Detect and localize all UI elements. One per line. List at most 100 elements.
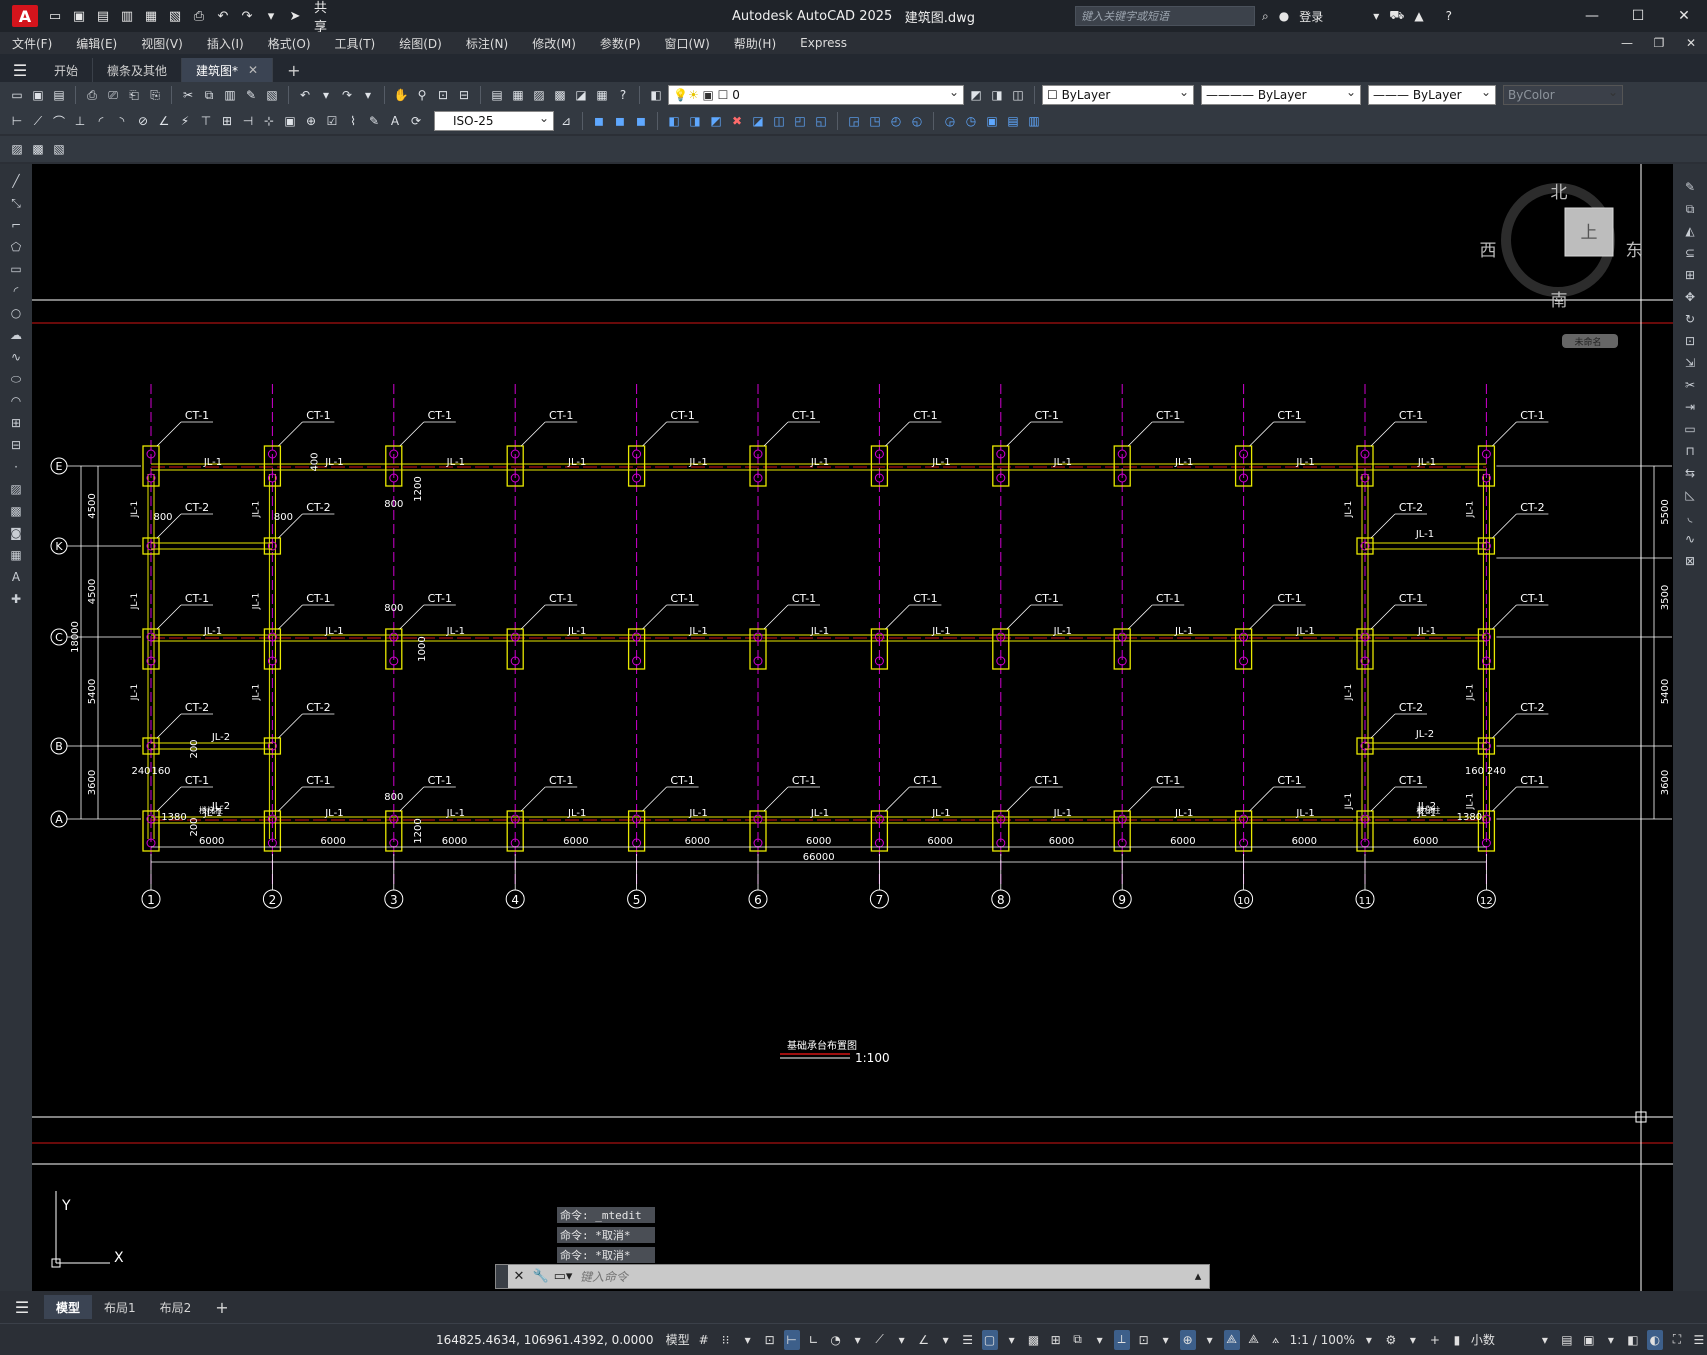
dimstyle-dropdown[interactable]: ISO-25	[434, 111, 554, 131]
line-icon[interactable]: ╱	[7, 172, 25, 190]
plot-icon[interactable]: ⎙	[190, 7, 208, 25]
web-save-icon[interactable]: ▧	[166, 7, 184, 25]
redo-icon[interactable]: ↷	[238, 7, 256, 25]
quick-dim-icon[interactable]: ⚡	[176, 112, 194, 130]
help-icon[interactable]: ?	[614, 86, 632, 104]
break-point-icon[interactable]: ▭	[1681, 420, 1699, 438]
selection-filter-chevron-icon[interactable]: ▾	[1158, 1330, 1174, 1350]
explode-icon[interactable]: ⊠	[1681, 552, 1699, 570]
clean-icon[interactable]: ◳	[866, 112, 884, 130]
zoom-window-icon[interactable]: ⊡	[434, 86, 452, 104]
radius-dim-icon[interactable]: ◜	[92, 112, 110, 130]
hatch-icon[interactable]: ▨	[7, 480, 25, 498]
new-icon[interactable]: ▭	[8, 86, 26, 104]
annotation-scale-value[interactable]: 1:1 / 100%	[1290, 1330, 1355, 1350]
erase-icon[interactable]: ✎	[1681, 178, 1699, 196]
otrack-chevron-icon[interactable]: ▾	[938, 1330, 954, 1350]
share-label[interactable]: 共享	[314, 1, 332, 35]
tab-start[interactable]: 开始	[40, 58, 94, 82]
doc-minimize-icon[interactable]: —	[1611, 32, 1643, 54]
redo-icon[interactable]: ↷	[338, 86, 356, 104]
autocad-logo[interactable]: A	[12, 5, 38, 27]
gradient-icon[interactable]: ▩	[7, 502, 25, 520]
tab-architecture[interactable]: 建筑图* ✕	[182, 58, 274, 82]
arc-length-icon[interactable]: ⌒	[50, 112, 68, 130]
jogged-dim-icon[interactable]: ◝	[113, 112, 131, 130]
markup-icon[interactable]: ◪	[572, 86, 590, 104]
join-icon[interactable]: ⇆	[1681, 464, 1699, 482]
snap-icon[interactable]: ⁝⁝	[718, 1330, 734, 1350]
selection-cycling-icon[interactable]: ⊞	[1048, 1330, 1064, 1350]
scale-chevron-icon[interactable]: ▾	[1361, 1330, 1377, 1350]
tab-model[interactable]: 模型	[44, 1295, 93, 1319]
undo-chevron-icon[interactable]: ▾	[317, 86, 335, 104]
chamfer-icon[interactable]: ◺	[1681, 486, 1699, 504]
tab-purlin[interactable]: 檩条及其他	[93, 58, 183, 82]
layer-dropdown[interactable]: 💡☀ ▣ ☐ 0	[668, 85, 964, 105]
tab-close-icon[interactable]: ✕	[248, 63, 258, 77]
rectangle-icon[interactable]: ▭	[7, 260, 25, 278]
plotstyle-dropdown[interactable]: ByColor	[1503, 85, 1623, 105]
command-grip[interactable]	[496, 1265, 508, 1288]
search-icon[interactable]: ⌕	[1262, 9, 1269, 24]
break-icon[interactable]: ⊓	[1681, 442, 1699, 460]
dim-space-icon[interactable]: ⊣	[239, 112, 257, 130]
units-value[interactable]: 小数	[1471, 1330, 1531, 1350]
rotate-faces-icon[interactable]: ◪	[749, 112, 767, 130]
menu-modify[interactable]: 修改(M)	[520, 35, 588, 52]
offset-faces-icon[interactable]: ◩	[707, 112, 725, 130]
tab-layout1[interactable]: 布局1	[92, 1295, 148, 1319]
transparency-icon[interactable]: ▩	[1026, 1330, 1042, 1350]
tolerance-icon[interactable]: ▣	[281, 112, 299, 130]
copy-icon[interactable]: ⧉	[200, 86, 218, 104]
copy-edges-icon[interactable]: ◷	[962, 112, 980, 130]
menu-help[interactable]: 帮助(H)	[722, 35, 788, 52]
shell-icon[interactable]: ◵	[908, 112, 926, 130]
calculator-icon[interactable]: ▦	[593, 86, 611, 104]
menu-express[interactable]: Express	[788, 36, 859, 50]
region-icon[interactable]: ◙	[7, 524, 25, 542]
customize-qa-icon[interactable]: ▾	[262, 7, 280, 25]
design-center-icon[interactable]: ▦	[509, 86, 527, 104]
gizmo-chevron-icon[interactable]: ▾	[1202, 1330, 1218, 1350]
tool-palettes-icon[interactable]: ▨	[530, 86, 548, 104]
ordinate-dim-icon[interactable]: ⊥	[71, 112, 89, 130]
dimstyle-manager-icon[interactable]: ⊿	[557, 112, 575, 130]
layer-previous-icon[interactable]: ◨	[988, 86, 1006, 104]
lock-ui-icon[interactable]: ▣	[1581, 1330, 1597, 1350]
blend-icon[interactable]: ∿	[1681, 530, 1699, 548]
viewcube-west[interactable]: 西	[1480, 241, 1497, 261]
coordinates-readout[interactable]: 164825.4634, 106961.4392, 0.0000	[436, 1333, 654, 1347]
block-attr-icon[interactable]: ▩	[29, 140, 47, 158]
menu-draw[interactable]: 绘图(D)	[387, 35, 454, 52]
pan-icon[interactable]: ✋	[392, 86, 410, 104]
linear-dim-icon[interactable]: ⊢	[8, 112, 26, 130]
command-history-toggle-icon[interactable]: ▴	[1187, 1269, 1209, 1284]
polar-chevron-icon[interactable]: ▾	[850, 1330, 866, 1350]
login-button[interactable]: 登录	[1299, 8, 1323, 25]
menu-view[interactable]: 视图(V)	[129, 35, 195, 52]
linetype-dropdown[interactable]: ———— ByLayer	[1201, 85, 1361, 105]
user-icon[interactable]: ●	[1279, 9, 1289, 23]
model-space-button[interactable]: 模型	[666, 1330, 690, 1350]
cut-icon[interactable]: ✂	[179, 86, 197, 104]
saveas-icon[interactable]: ▥	[118, 7, 136, 25]
units-icon[interactable]: ▮	[1449, 1330, 1465, 1350]
workspace-chevron-icon[interactable]: ▾	[1405, 1330, 1421, 1350]
zoom-realtime-icon[interactable]: ⚲	[413, 86, 431, 104]
polar-icon[interactable]: ◔	[828, 1330, 844, 1350]
new-tab-button[interactable]: +	[273, 58, 314, 82]
menu-parametric[interactable]: 参数(P)	[588, 35, 653, 52]
zoom-previous-icon[interactable]: ⊟	[455, 86, 473, 104]
selection-filter-icon[interactable]: ⊡	[1136, 1330, 1152, 1350]
plus-icon[interactable]: +	[1427, 1330, 1443, 1350]
minimize-icon[interactable]: —	[1569, 0, 1615, 32]
snap-chevron-icon[interactable]: ▾	[740, 1330, 756, 1350]
menu-format[interactable]: 格式(O)	[256, 35, 323, 52]
point-icon[interactable]: ·	[7, 458, 25, 476]
copy-faces-icon[interactable]: ◰	[791, 112, 809, 130]
delete-faces-icon[interactable]: ✖	[728, 112, 746, 130]
menu-dimension[interactable]: 标注(N)	[454, 35, 520, 52]
3d-osnap-icon[interactable]: ⧉	[1070, 1330, 1086, 1350]
menu-hamburger-icon[interactable]: ☰	[0, 58, 40, 82]
